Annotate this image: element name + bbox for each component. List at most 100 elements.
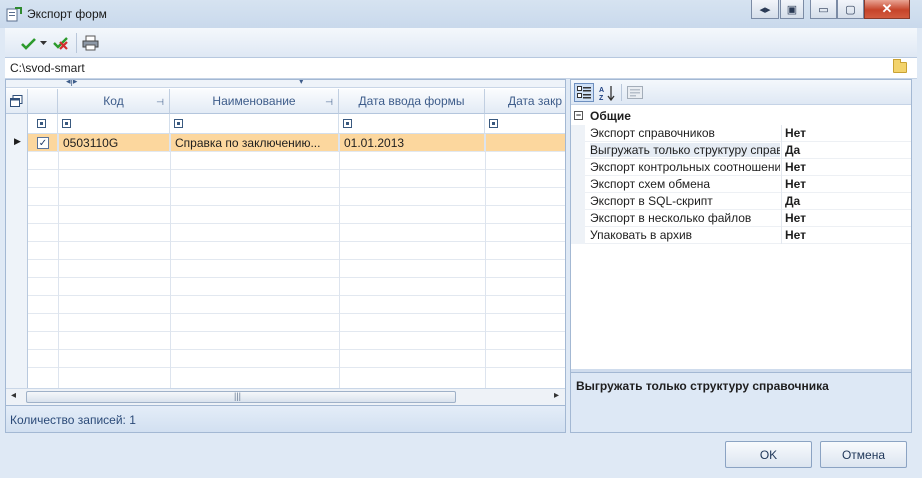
path-value: C:\svod-smart	[10, 61, 85, 75]
property-pages-icon	[627, 86, 643, 99]
scroll-right-icon[interactable]: ▸	[554, 390, 559, 401]
scroll-left-icon[interactable]: ◂	[11, 390, 16, 401]
uncheck-icon	[53, 37, 68, 50]
property-value[interactable]: Да	[785, 143, 800, 157]
categorized-icon	[577, 86, 591, 99]
record-count: Количество записей: 1	[10, 413, 136, 427]
path-field[interactable]: C:\svod-smart	[5, 58, 917, 79]
property-name: Упаковать в архив	[590, 228, 693, 242]
property-description: Выгружать только структуру справочника	[571, 372, 911, 432]
property-value[interactable]: Нет	[785, 126, 806, 140]
property-value[interactable]: Нет	[785, 177, 806, 191]
column-chooser-button[interactable]	[6, 89, 28, 114]
main-toolbar	[5, 28, 917, 58]
cell-code[interactable]: 0503110G	[58, 134, 170, 152]
property-row[interactable]: Экспорт справочников Нет	[571, 125, 911, 142]
column-chooser-icon	[10, 95, 23, 107]
svg-text:Z: Z	[599, 95, 604, 101]
property-name: Экспорт в несколько файлов	[590, 211, 752, 225]
copy-icon: ▣	[786, 3, 798, 16]
column-header-code[interactable]: Код ⊣	[58, 89, 170, 114]
filter-cell-name[interactable]	[170, 114, 339, 134]
categorized-view-button[interactable]	[574, 83, 594, 102]
folder-icon[interactable]	[893, 59, 907, 73]
column-header-date-in-label: Дата ввода формы	[358, 94, 465, 108]
column-resize-icon: ◂|▸	[66, 79, 78, 86]
column-header-code-label: Код	[103, 94, 124, 108]
filter-icon	[489, 119, 498, 128]
grid-line	[485, 134, 486, 390]
filter-cell-date-in[interactable]	[339, 114, 485, 134]
row-checkbox-cell[interactable]: ✓	[28, 134, 58, 152]
check-all-button[interactable]	[19, 33, 37, 53]
filter-icon	[62, 119, 71, 128]
cell-name[interactable]: Справка по заключению...	[170, 134, 339, 152]
pin-icon[interactable]: ⊣	[156, 97, 164, 108]
column-header-date-in[interactable]: Дата ввода формы	[339, 89, 485, 114]
filter-cell-date-close[interactable]	[485, 114, 565, 134]
grid-line	[170, 134, 171, 390]
property-row[interactable]: Упаковать в архив Нет	[571, 227, 911, 244]
filter-row	[6, 114, 565, 134]
property-row[interactable]: Экспорт в несколько файлов Нет	[571, 210, 911, 227]
property-row[interactable]: Экспорт схем обмена Нет	[571, 176, 911, 193]
status-bar: Количество записей: 1	[5, 406, 566, 433]
header-checkbox-column	[28, 89, 58, 114]
property-row[interactable]: Экспорт в SQL-скрипт Да	[571, 193, 911, 210]
current-row-arrow-icon: ▶	[14, 136, 21, 146]
sort-marker-icon: ▾	[299, 79, 304, 86]
column-header-date-close[interactable]: Дата закр	[485, 89, 565, 114]
title-bar: Экспорт форм ◂▸ ▣ ▭ ▢ ✕	[0, 0, 922, 28]
uncheck-all-button[interactable]	[52, 33, 70, 53]
row-checkbox[interactable]: ✓	[37, 137, 49, 149]
minimize-button[interactable]: ▭	[810, 0, 837, 19]
collapse-icon[interactable]: −	[574, 111, 583, 120]
ok-button[interactable]: OK	[725, 441, 812, 468]
filter-icon	[37, 119, 46, 128]
maximize-button[interactable]: ▢	[837, 0, 864, 19]
filter-icon	[174, 119, 183, 128]
print-button[interactable]	[80, 33, 100, 53]
filter-cell-check[interactable]	[28, 114, 58, 134]
filter-cell-code[interactable]	[58, 114, 170, 134]
help-button[interactable]: ◂▸	[751, 0, 779, 19]
grid-line	[339, 134, 340, 390]
filter-icon	[343, 119, 352, 128]
property-value[interactable]: Нет	[785, 160, 806, 174]
property-name: Экспорт в SQL-скрипт	[590, 194, 713, 208]
properties-toolbar: AZ	[571, 80, 911, 105]
property-row[interactable]: Экспорт контрольных соотношений Нет	[571, 159, 911, 176]
grid-top-band: ◂|▸ ▾	[6, 79, 565, 88]
close-button[interactable]: ✕	[864, 0, 910, 19]
svg-text:A: A	[599, 87, 604, 94]
grip-icon: |||	[234, 391, 242, 401]
check-icon	[20, 37, 36, 50]
property-row-selected[interactable]: Выгружать только структуру справочника Да	[571, 142, 911, 159]
column-header-date-close-label: Дата закр	[508, 94, 563, 108]
property-pages-button[interactable]	[625, 83, 645, 102]
property-value[interactable]: Нет	[785, 211, 806, 225]
cell-date-close[interactable]	[485, 134, 565, 152]
close-icon: ✕	[881, 1, 893, 16]
property-name: Экспорт справочников	[590, 126, 715, 140]
alphabetical-sort-button[interactable]: AZ	[597, 83, 617, 102]
column-header-name[interactable]: Наименование ⊣	[170, 89, 339, 114]
maximize-icon: ▢	[845, 3, 856, 16]
check-dropdown-button[interactable]	[38, 33, 48, 53]
property-group-label: Общие	[590, 109, 631, 123]
grid-line	[58, 134, 59, 390]
scrollbar-thumb[interactable]: |||	[26, 391, 456, 403]
pin-icon[interactable]: ⊣	[325, 97, 333, 108]
property-value[interactable]: Да	[785, 194, 800, 208]
property-value[interactable]: Нет	[785, 228, 806, 242]
property-group-general[interactable]: − Общие	[571, 108, 911, 125]
print-icon	[82, 35, 98, 51]
sort-az-icon: AZ	[599, 85, 615, 101]
properties-panel: AZ − Общие Экспорт справочников Нет Выгру…	[570, 79, 912, 433]
cancel-button[interactable]: Отмена	[820, 441, 907, 468]
restore-window-button[interactable]: ▣	[780, 0, 804, 19]
forms-grid: ◂|▸ ▾ Код ⊣ Наименование ⊣ Дата ввода фо…	[5, 79, 566, 406]
horizontal-scrollbar[interactable]: ◂ ||| ▸	[6, 388, 565, 405]
dropdown-arrow-icon	[39, 40, 47, 45]
cell-date-in[interactable]: 01.01.2013	[339, 134, 485, 152]
